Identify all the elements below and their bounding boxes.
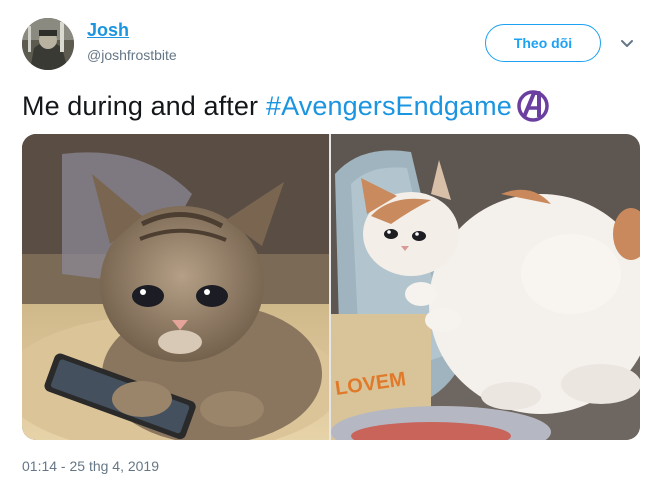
tweet-text: Me during and after #AvengersEndgame	[22, 86, 551, 126]
photo-crying-chubby-cat[interactable]: LOVEM	[331, 134, 640, 440]
avatar[interactable]	[22, 18, 74, 70]
tweet-body: Me during and after	[22, 91, 259, 121]
chevron-down-icon[interactable]	[618, 34, 636, 52]
photo-crying-kitten[interactable]	[22, 134, 329, 440]
tweet-timestamp[interactable]: 01:14 - 25 thg 4, 2019	[22, 458, 159, 474]
tweet-media[interactable]: LOVEM	[22, 134, 640, 440]
author-handle: @joshfrostbite	[87, 47, 177, 63]
follow-button[interactable]: Theo dõi	[485, 24, 601, 62]
hashtag-link[interactable]: #AvengersEndgame	[266, 86, 512, 126]
author-display-name[interactable]: Josh	[87, 20, 129, 41]
avengers-logo-icon	[515, 88, 551, 124]
